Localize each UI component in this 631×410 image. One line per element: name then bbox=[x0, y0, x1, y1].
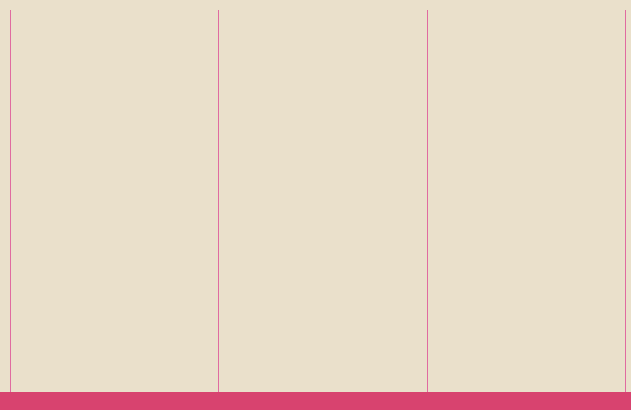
column-separator bbox=[427, 10, 428, 392]
column-separator bbox=[625, 10, 626, 392]
column-separator bbox=[10, 10, 11, 392]
column-separator bbox=[218, 10, 219, 392]
footer-decor-strip bbox=[0, 392, 631, 410]
